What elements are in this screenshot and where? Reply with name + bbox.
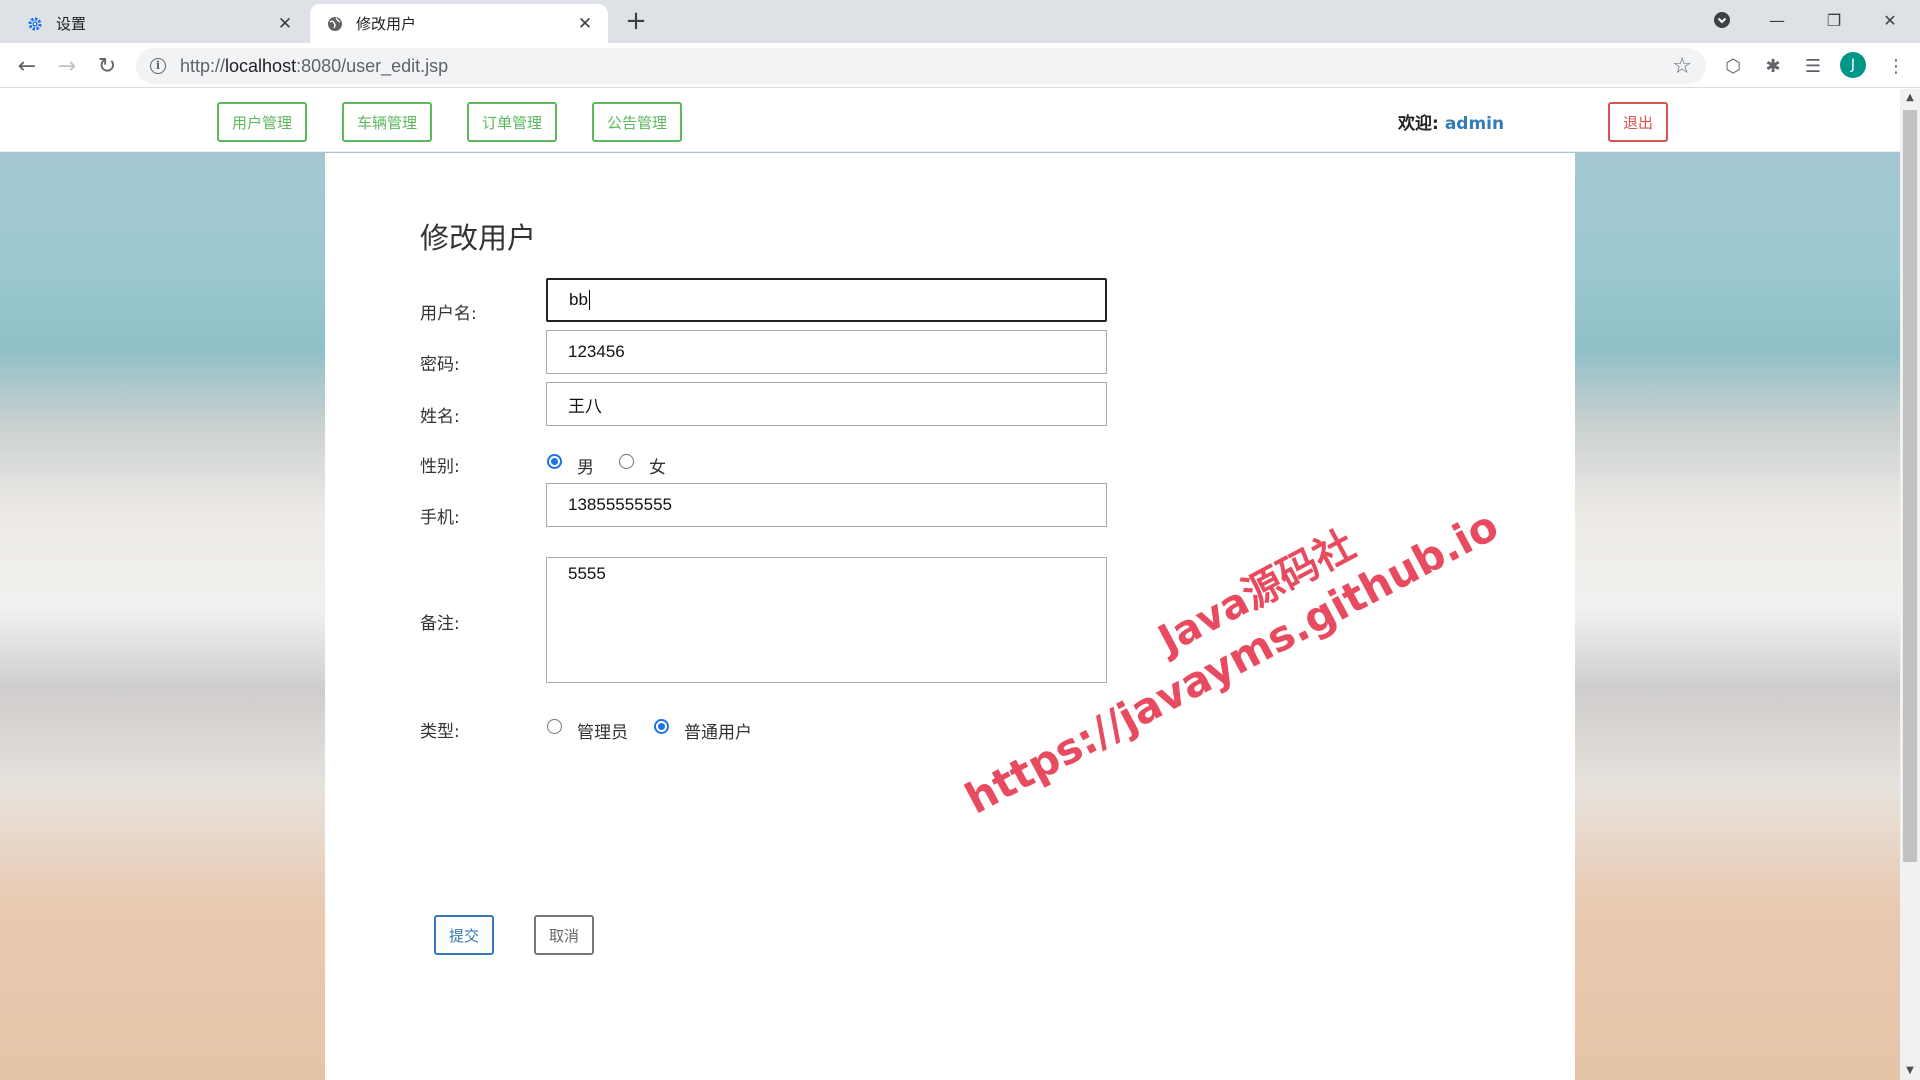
- edit-user-panel: 修改用户 用户名: bb 密码: 123456 姓名: 王八 性别: 男 女 手…: [325, 153, 1575, 1080]
- browser-tab-settings[interactable]: 设置 ✕: [10, 4, 308, 43]
- type-label: 类型:: [420, 722, 460, 742]
- page-title: 修改用户: [420, 221, 537, 255]
- gender-female-label: 女: [649, 458, 666, 478]
- back-arrow-icon[interactable]: ←: [11, 50, 43, 82]
- site-info-icon[interactable]: i: [150, 58, 166, 74]
- cancel-button[interactable]: 取消: [534, 915, 594, 955]
- current-username[interactable]: admin: [1445, 114, 1504, 134]
- gear-icon: [26, 15, 44, 33]
- close-icon[interactable]: ✕: [574, 13, 596, 35]
- window-close-icon[interactable]: ✕: [1870, 4, 1910, 36]
- remark-label: 备注:: [420, 614, 460, 634]
- tab-search-icon[interactable]: [1702, 4, 1742, 36]
- page-viewport: 用户管理 车辆管理 订单管理 公告管理 欢迎: admin 退出 修改用户 用户名…: [0, 89, 1900, 1080]
- browser-tabstrip: 设置 ✕ 修改用户 ✕ + — ❐ ✕: [0, 0, 1920, 43]
- minimize-icon[interactable]: —: [1757, 4, 1797, 36]
- nav-vehicle-management[interactable]: 车辆管理: [342, 102, 432, 142]
- nav-notice-management[interactable]: 公告管理: [592, 102, 682, 142]
- scroll-up-icon[interactable]: ▲: [1900, 89, 1920, 107]
- reload-icon[interactable]: ↻: [91, 50, 123, 82]
- bookmark-star-icon[interactable]: ☆: [1672, 54, 1692, 79]
- gender-male-label: 男: [577, 458, 594, 478]
- tab-title: 设置: [56, 15, 87, 33]
- reading-list-icon[interactable]: ☰: [1799, 52, 1827, 80]
- globe-icon: [326, 15, 344, 33]
- browser-tab-edit-user[interactable]: 修改用户 ✕: [310, 4, 608, 43]
- extensions-puzzle-icon[interactable]: ✱: [1759, 52, 1787, 80]
- address-bar[interactable]: i http://localhost:8080/user_edit.jsp ☆: [136, 48, 1706, 84]
- nav-order-management[interactable]: 订单管理: [467, 102, 557, 142]
- tab-title: 修改用户: [356, 15, 417, 33]
- welcome-label: 欢迎:: [1398, 114, 1439, 134]
- type-normal-user-label: 普通用户: [684, 723, 752, 743]
- nav-user-management[interactable]: 用户管理: [217, 102, 307, 142]
- phone-label: 手机:: [420, 508, 460, 528]
- gender-label: 性别:: [420, 457, 460, 477]
- browser-menu-icon[interactable]: ⋮: [1882, 52, 1910, 80]
- type-normal-user-radio[interactable]: [654, 719, 669, 734]
- forward-arrow-icon[interactable]: →: [51, 50, 83, 82]
- profile-avatar[interactable]: J: [1840, 52, 1866, 78]
- password-label: 密码:: [420, 355, 460, 375]
- new-tab-plus-icon[interactable]: +: [622, 8, 650, 36]
- scrollbar-thumb[interactable]: [1903, 110, 1917, 862]
- gender-female-radio[interactable]: [619, 454, 634, 469]
- remark-textarea[interactable]: 5555: [546, 557, 1107, 683]
- name-input[interactable]: 王八: [546, 382, 1107, 426]
- password-input[interactable]: 123456: [546, 330, 1107, 374]
- url-text: http://localhost:8080/user_edit.jsp: [180, 55, 449, 76]
- phone-input[interactable]: 13855555555: [546, 483, 1107, 527]
- type-admin-label: 管理员: [577, 723, 628, 743]
- welcome-text: 欢迎: admin: [1398, 109, 1504, 134]
- logout-button[interactable]: 退出: [1608, 102, 1668, 142]
- browser-toolbar: ← → ↻ i http://localhost:8080/user_edit.…: [0, 43, 1920, 88]
- name-label: 姓名:: [420, 407, 460, 427]
- extension-hexagon-icon[interactable]: ⬡: [1719, 52, 1747, 80]
- submit-button[interactable]: 提交: [434, 915, 494, 955]
- gender-male-radio[interactable]: [547, 454, 562, 469]
- username-label: 用户名:: [420, 304, 477, 324]
- top-navigation: 用户管理 车辆管理 订单管理 公告管理 欢迎: admin 退出: [0, 89, 1900, 152]
- scroll-down-icon[interactable]: ▼: [1900, 1062, 1920, 1080]
- restore-icon[interactable]: ❐: [1814, 4, 1854, 36]
- type-admin-radio[interactable]: [547, 719, 562, 734]
- username-input[interactable]: bb: [546, 278, 1107, 322]
- close-icon[interactable]: ✕: [274, 13, 296, 35]
